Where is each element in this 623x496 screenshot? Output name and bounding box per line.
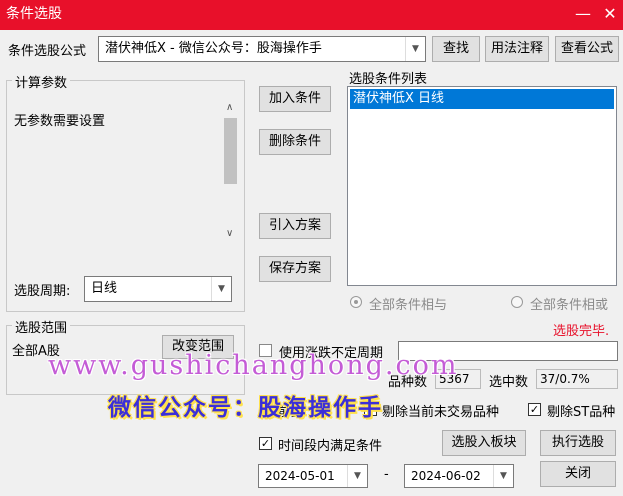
formula-value: 潜伏神低X - 微信公众号：股海操作手 xyxy=(105,41,322,56)
delete-st-label: 剔除ST品种 xyxy=(547,405,616,420)
list-item[interactable]: 潜伏神低X 日线 xyxy=(350,89,614,109)
within-period-label: 时间段内满足条件 xyxy=(278,439,383,454)
condition-list-title: 选股条件列表 xyxy=(349,72,428,87)
all-and-radio[interactable] xyxy=(350,296,362,308)
date-from-picker[interactable]: 2024-05-01 ▼ xyxy=(258,464,368,488)
params-group-title: 计算参数 xyxy=(12,72,71,91)
delete-nontrade-label: 剔除当前未交易品种 xyxy=(382,405,500,420)
formula-label: 条件选股公式 xyxy=(8,44,87,59)
import-plan-button[interactable]: 引入方案 xyxy=(259,213,331,239)
title-bar: 条件选股 xyxy=(0,0,623,30)
within-period-checkbox[interactable]: ✓ xyxy=(259,437,272,450)
usage-notes-button[interactable]: 用法注释 xyxy=(485,36,549,62)
selected-label: 选中数 xyxy=(489,375,529,390)
scroll-down-icon[interactable]: ∨ xyxy=(226,228,233,239)
period-label: 选股周期: xyxy=(14,284,71,299)
save-plan-button[interactable]: 保存方案 xyxy=(259,256,331,282)
condition-list[interactable]: 潜伏神低X 日线 xyxy=(347,86,617,286)
find-button[interactable]: 查找 xyxy=(432,36,480,62)
close-icon[interactable]: ✕ xyxy=(598,0,622,30)
add-condition-button[interactable]: 加入条件 xyxy=(259,86,331,112)
all-and-label: 全部条件相与 xyxy=(369,298,448,313)
window-title: 条件选股 xyxy=(6,6,62,22)
date-separator: - xyxy=(384,467,389,482)
delete-st-checkbox[interactable]: ✓ xyxy=(528,403,541,416)
scope-group-title: 选股范围 xyxy=(12,317,71,336)
to-block-button[interactable]: 选股入板块 xyxy=(442,430,526,456)
date-to-value: 2024-06-02 xyxy=(411,469,481,483)
status-text: 选股完毕. xyxy=(553,324,610,339)
date-to-picker[interactable]: 2024-06-02 ▼ xyxy=(404,464,514,488)
selected-value: 37/0.7% xyxy=(536,369,618,389)
delete-condition-button[interactable]: 删除条件 xyxy=(259,129,331,155)
watermark-wechat: 微信公众号：股海操作手 xyxy=(108,395,383,421)
period-select[interactable]: 日线 ▼ xyxy=(84,276,232,302)
chevron-down-icon[interactable]: ▼ xyxy=(211,277,231,301)
date-from-value: 2024-05-01 xyxy=(265,469,335,483)
params-text: 无参数需要设置 xyxy=(14,114,106,129)
formula-select[interactable]: 潜伏神低X - 微信公众号：股海操作手 ▼ xyxy=(98,36,426,62)
scroll-up-icon[interactable]: ∧ xyxy=(226,102,233,113)
minimize-button[interactable]: — xyxy=(571,0,595,30)
all-or-radio[interactable] xyxy=(511,296,523,308)
period-value: 日线 xyxy=(91,281,118,296)
watermark-url: www.gushichanghong.com xyxy=(48,350,459,381)
params-scrollbar[interactable]: ∧ ∨ xyxy=(222,98,239,248)
chevron-down-icon[interactable]: ▼ xyxy=(493,465,513,487)
execute-button[interactable]: 执行选股 xyxy=(540,430,616,456)
all-or-label: 全部条件相或 xyxy=(530,298,609,313)
close-button[interactable]: 关闭 xyxy=(540,461,616,487)
chevron-down-icon[interactable]: ▼ xyxy=(405,37,425,61)
scroll-thumb[interactable] xyxy=(224,118,237,184)
view-formula-button[interactable]: 查看公式 xyxy=(555,36,619,62)
chevron-down-icon[interactable]: ▼ xyxy=(347,465,367,487)
